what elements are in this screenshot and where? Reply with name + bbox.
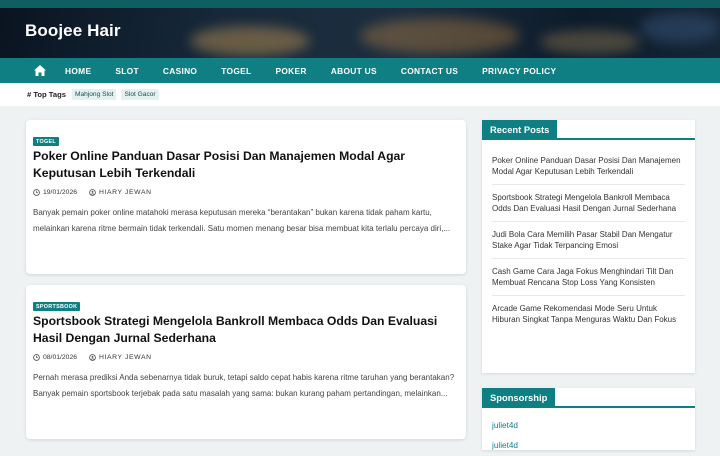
post-date-text: 08/01/2026 bbox=[43, 354, 78, 361]
post-author-text: HIARY JEWAN bbox=[99, 189, 152, 196]
post-date-text: 19/01/2026 bbox=[43, 189, 78, 196]
post-excerpt: Banyak pemain poker online matahoki mera… bbox=[33, 208, 451, 233]
recent-post-link[interactable]: Sportsbook Strategi Mengelola Bankroll M… bbox=[492, 185, 685, 222]
recent-post-link[interactable]: Judi Bola Cara Memilih Pasar Stabil Dan … bbox=[492, 222, 685, 259]
nav-togel[interactable]: TOGEL bbox=[221, 66, 251, 76]
post-author-text: HIARY JEWAN bbox=[99, 354, 152, 361]
user-icon bbox=[89, 189, 96, 196]
post-card: TOGEL Poker Online Panduan Dasar Posisi … bbox=[26, 120, 466, 274]
recent-post-link[interactable]: Cash Game Cara Jaga Fokus Menghindari Ti… bbox=[492, 259, 685, 296]
post-title[interactable]: Poker Online Panduan Dasar Posisi Dan Ma… bbox=[33, 148, 453, 182]
nav-privacy-policy[interactable]: PRIVACY POLICY bbox=[482, 66, 556, 76]
recent-post-link[interactable]: Arcade Game Rekomendasi Mode Seru Untuk … bbox=[492, 296, 685, 332]
top-tags-bar: # Top Tags Mahjong Slot Slot Gacor bbox=[0, 83, 720, 106]
header-image-glow bbox=[190, 26, 310, 56]
sponsorship-widget: Sponsorship juliet4d juliet4d bbox=[482, 388, 695, 450]
recent-post-link[interactable]: Poker Online Panduan Dasar Posisi Dan Ma… bbox=[492, 148, 685, 185]
post-excerpt: Pernah merasa prediksi Anda sebenarnya t… bbox=[33, 373, 455, 398]
site-title[interactable]: Boojee Hair bbox=[25, 21, 121, 41]
nav-slot[interactable]: SLOT bbox=[115, 66, 139, 76]
sponsor-list: juliet4d juliet4d bbox=[482, 408, 695, 456]
post-author[interactable]: HIARY JEWAN bbox=[89, 354, 152, 361]
post-title[interactable]: Sportsbook Strategi Mengelola Bankroll M… bbox=[33, 313, 453, 347]
top-accent-bar bbox=[0, 0, 720, 8]
post-meta: 19/01/2026 HIARY JEWAN bbox=[33, 189, 164, 196]
home-icon[interactable] bbox=[34, 64, 47, 77]
post-meta: 08/01/2026 HIARY JEWAN bbox=[33, 354, 164, 361]
widget-header: Recent Posts bbox=[482, 120, 695, 140]
post-author[interactable]: HIARY JEWAN bbox=[89, 189, 152, 196]
user-icon bbox=[89, 354, 96, 361]
category-badge[interactable]: SPORTSBOOK bbox=[33, 302, 81, 311]
sponsor-link[interactable]: juliet4d bbox=[482, 436, 695, 456]
nav-casino[interactable]: CASINO bbox=[163, 66, 197, 76]
nav-about-us[interactable]: ABOUT US bbox=[331, 66, 377, 76]
nav-home[interactable]: HOME bbox=[65, 66, 91, 76]
clock-icon bbox=[33, 354, 40, 361]
header-image-glow bbox=[360, 18, 520, 54]
header-image-glow bbox=[640, 13, 720, 43]
recent-posts-widget: Recent Posts Poker Online Panduan Dasar … bbox=[482, 120, 695, 373]
main-nav: HOME SLOT CASINO TOGEL POKER ABOUT US CO… bbox=[0, 58, 720, 83]
widget-header: Sponsorship bbox=[482, 388, 695, 408]
tag-link[interactable]: Mahjong Slot bbox=[71, 89, 117, 100]
post-date: 19/01/2026 bbox=[33, 189, 77, 196]
header-image-glow bbox=[540, 30, 640, 54]
sponsorship-title: Sponsorship bbox=[482, 388, 556, 408]
recent-posts-list: Poker Online Panduan Dasar Posisi Dan Ma… bbox=[482, 140, 695, 332]
tag-link[interactable]: Slot Gacor bbox=[121, 89, 159, 100]
nav-contact-us[interactable]: CONTACT US bbox=[401, 66, 458, 76]
post-card: SPORTSBOOK Sportsbook Strategi Mengelola… bbox=[26, 285, 466, 439]
sponsor-link[interactable]: juliet4d bbox=[482, 416, 695, 436]
site-header: Boojee Hair bbox=[0, 8, 720, 58]
nav-poker[interactable]: POKER bbox=[275, 66, 306, 76]
top-tags-label: # Top Tags bbox=[27, 90, 66, 99]
clock-icon bbox=[33, 189, 40, 196]
post-date: 08/01/2026 bbox=[33, 354, 77, 361]
recent-posts-title: Recent Posts bbox=[482, 120, 558, 140]
category-badge[interactable]: TOGEL bbox=[33, 137, 59, 146]
